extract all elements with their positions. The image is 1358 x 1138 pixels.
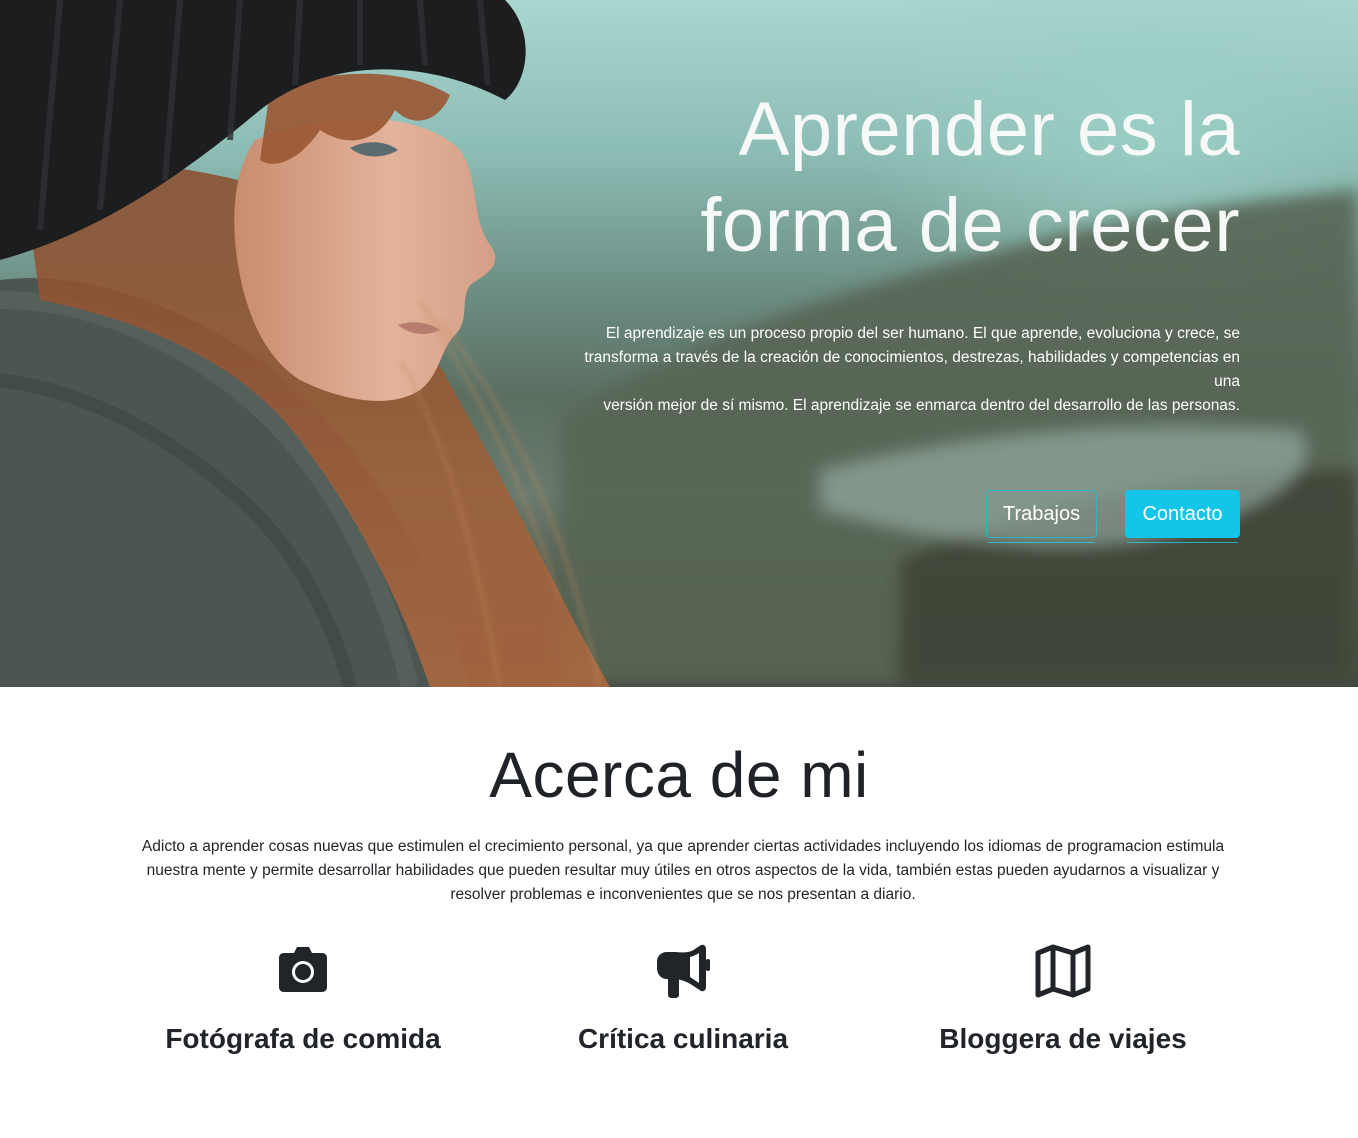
about-title: Acerca de mi (489, 739, 869, 811)
feature-food-critic: Crítica culinaria (493, 943, 873, 1057)
feature-travel-blogger: Bloggera de viajes (873, 943, 1253, 1057)
feature-label: Fotógrafa de comida (165, 1023, 441, 1054)
hero-description-line-2: versión mejor de sí mismo. El aprendizaj… (603, 397, 1240, 414)
works-button[interactable]: Trabajos (986, 490, 1097, 538)
feature-food-photographer: Fotógrafa de comida (113, 943, 493, 1057)
feature-label: Bloggera de viajes (939, 1023, 1187, 1054)
hero-title: Aprender es la forma de crecer (540, 82, 1240, 274)
hero-buttons: Trabajos Contacto (986, 490, 1240, 543)
hero-title-line-2: forma de crecer (700, 183, 1240, 268)
contact-button-underline (1127, 542, 1238, 543)
hero-description-line-1: El aprendizaje es un proceso propio del … (584, 325, 1240, 390)
hero-title-line-1: Aprender es la (738, 87, 1240, 172)
feature-label: Crítica culinaria (577, 1023, 789, 1054)
hero-description: El aprendizaje es un proceso propio del … (580, 322, 1240, 418)
works-button-underline (988, 542, 1095, 543)
hero-section: Aprender es la forma de crecer El aprend… (0, 0, 1358, 687)
camera-icon (279, 947, 327, 992)
about-description: Adicto a aprender cosas nuevas que estim… (141, 838, 1225, 903)
contact-button[interactable]: Contacto (1125, 490, 1240, 538)
map-icon (1035, 944, 1091, 998)
about-section: Acerca de mi Adicto a aprender cosas nue… (0, 687, 1358, 1138)
megaphone-icon (657, 944, 710, 998)
